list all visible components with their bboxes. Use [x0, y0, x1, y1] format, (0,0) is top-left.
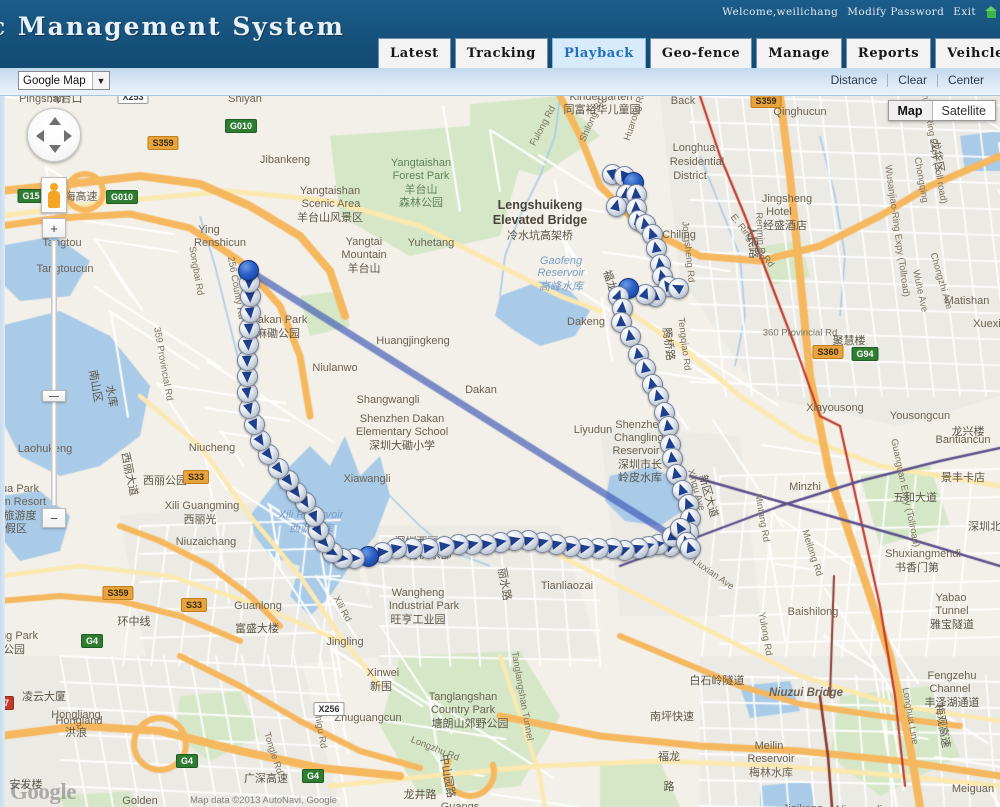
direction-arrow-icon	[664, 436, 676, 449]
track-direction-marker[interactable]	[679, 537, 701, 559]
zoom-slider-rail[interactable]	[51, 240, 57, 506]
street-view-pegman-icon[interactable]	[41, 177, 67, 213]
welcome-label: Welcome,weilichang	[722, 5, 839, 18]
direction-arrow-icon	[606, 541, 620, 554]
nav-tab-reports[interactable]: Reports	[845, 38, 932, 68]
map-type-satellite-button[interactable]: Satellite	[932, 101, 995, 120]
zoom-in-button[interactable]: +	[42, 218, 66, 238]
track-direction-marker[interactable]	[605, 195, 627, 217]
nav-tab-latest[interactable]: Latest	[378, 38, 451, 68]
direction-arrow-icon	[244, 307, 256, 320]
toolbar-action-distance[interactable]: Distance	[821, 73, 888, 87]
direction-arrow-icon	[522, 533, 537, 547]
app-header: c Management System Welcome,weilichang M…	[0, 0, 1000, 68]
direction-arrow-icon	[623, 328, 636, 341]
direction-arrow-icon	[377, 546, 390, 558]
chevron-down-icon: ▼	[92, 72, 109, 89]
direction-arrow-icon	[564, 539, 578, 552]
direction-arrow-icon	[630, 186, 642, 199]
direction-arrow-icon	[651, 388, 664, 402]
direction-arrow-icon	[536, 535, 550, 548]
zoom-out-button[interactable]: −	[42, 508, 66, 528]
direction-arrow-icon	[649, 240, 662, 254]
map-tool-actions: Distance Clear Center	[821, 73, 994, 87]
nav-tab-playback[interactable]: Playback	[551, 38, 646, 68]
nav-tab-manage[interactable]: Manage	[756, 38, 842, 68]
toolbar-action-center[interactable]: Center	[938, 73, 994, 87]
direction-arrow-icon	[610, 198, 623, 212]
direction-arrow-icon	[615, 315, 627, 327]
map-viewport[interactable]: Map Satellite + − Google Map data ©2013 …	[0, 96, 1000, 807]
direction-arrow-icon	[439, 540, 452, 552]
direction-arrow-icon	[242, 339, 254, 352]
nav-tab-veihclestat[interactable]: VeihcleStat	[935, 38, 1000, 68]
pan-up-icon[interactable]	[49, 117, 61, 125]
direction-arrow-icon	[669, 466, 682, 480]
direction-arrow-icon	[481, 538, 494, 550]
direction-arrow-icon	[631, 346, 644, 360]
direction-arrow-icon	[616, 300, 628, 313]
direction-arrow-icon	[241, 371, 253, 383]
direction-arrow-icon	[661, 418, 674, 431]
direction-arrow-icon	[578, 541, 592, 554]
direction-arrow-icon	[466, 537, 480, 550]
direction-arrow-icon	[243, 402, 256, 416]
zoom-control: + −	[42, 218, 66, 528]
direction-arrow-icon	[593, 541, 606, 554]
direction-arrow-icon	[390, 541, 404, 554]
exit-link[interactable]: Exit	[953, 6, 976, 18]
map-provider-select[interactable]: Google Map ▼	[18, 71, 110, 90]
direction-arrow-icon	[247, 418, 262, 433]
page-title: c Management System	[0, 12, 345, 41]
main-navigation: Latest Tracking Playback Geo-fence Manage Rep…	[378, 35, 1000, 68]
pan-right-icon[interactable]	[64, 130, 72, 142]
direction-arrow-icon	[307, 510, 322, 525]
direction-arrow-icon	[406, 541, 420, 554]
map-type-map-button[interactable]: Map	[888, 101, 933, 120]
zoom-slider-handle[interactable]	[42, 390, 66, 402]
direction-arrow-icon	[666, 450, 678, 463]
map-drag-surface[interactable]	[0, 96, 1000, 807]
nav-tab-tracking[interactable]: Tracking	[454, 38, 548, 68]
pan-left-icon[interactable]	[36, 130, 44, 142]
direction-arrow-icon	[638, 285, 653, 300]
direction-arrow-icon	[241, 387, 254, 400]
map-type-switch: Map Satellite	[887, 100, 996, 121]
toolbar-action-clear[interactable]: Clear	[888, 73, 937, 87]
direction-arrow-icon	[241, 355, 253, 367]
direction-arrow-icon	[495, 535, 508, 548]
track-direction-marker[interactable]	[667, 277, 689, 299]
home-icon[interactable]	[985, 5, 998, 18]
track-point-marker[interactable]	[237, 259, 259, 281]
direction-arrow-icon	[508, 533, 522, 546]
modify-password-link[interactable]: Modify Password	[847, 6, 944, 18]
direction-arrow-icon	[271, 461, 287, 477]
direction-arrow-icon	[638, 360, 651, 374]
map-toolbar: Google Map ▼ Distance Clear Center	[0, 68, 1000, 96]
direction-arrow-icon	[683, 539, 697, 554]
direction-arrow-icon	[244, 291, 256, 303]
application-window: c Management System Welcome,weilichang M…	[0, 0, 1000, 807]
user-bar: Welcome,weilichang Modify Password Exit	[722, 5, 998, 18]
direction-arrow-icon	[669, 280, 685, 295]
direction-arrow-icon	[253, 433, 268, 449]
pan-down-icon[interactable]	[49, 145, 61, 153]
nav-tab-geo-fence[interactable]: Geo-fence	[649, 38, 753, 68]
direction-arrow-icon	[550, 537, 564, 550]
direction-arrow-icon	[243, 323, 255, 336]
direction-arrow-icon	[423, 542, 436, 554]
direction-arrow-icon	[452, 537, 466, 550]
map-provider-value: Google Map	[23, 74, 86, 87]
pan-control[interactable]	[27, 108, 81, 162]
